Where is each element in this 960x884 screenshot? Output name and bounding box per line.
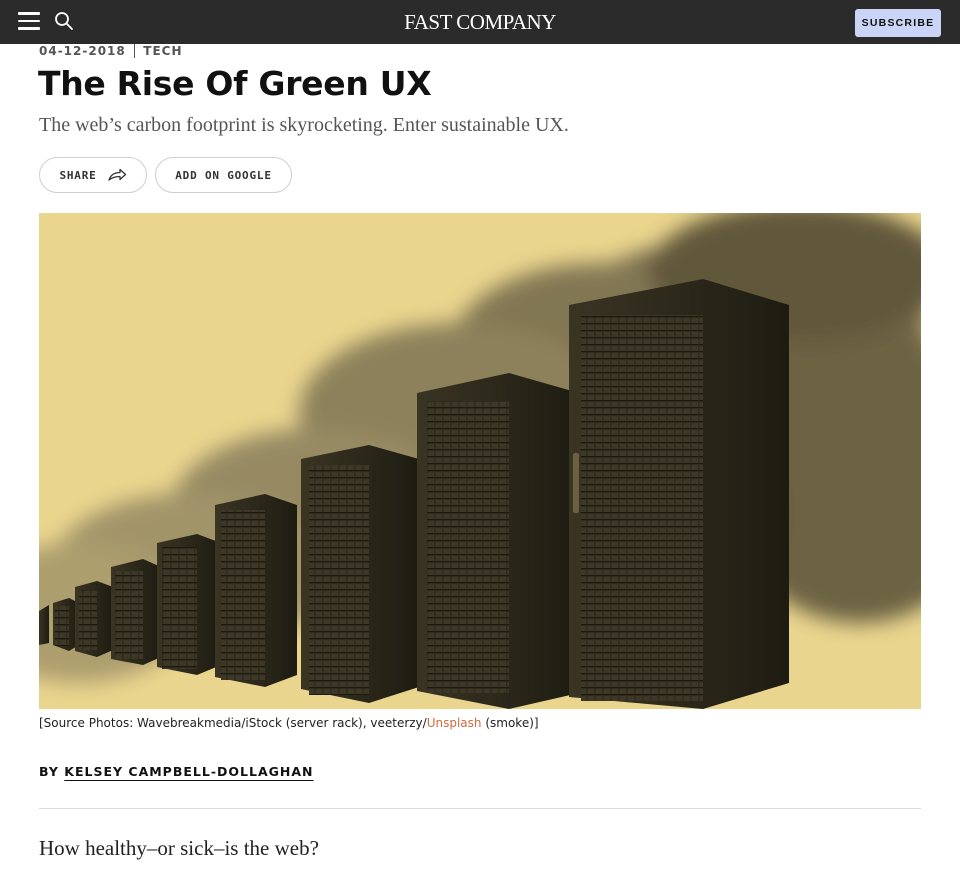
- article-dek: The web’s carbon footprint is skyrocketi…: [39, 114, 569, 136]
- add-on-google-label: ADD ON GOOGLE: [175, 168, 272, 182]
- share-arrow-icon: [107, 168, 126, 181]
- share-label: SHARE: [59, 168, 97, 182]
- byline: BY KELSEY CAMPBELL-DOLLAGHAN: [39, 764, 314, 779]
- byline-prefix: BY: [39, 764, 59, 779]
- divider: [39, 808, 921, 809]
- site-logo[interactable]: FAST COMPANY: [0, 10, 960, 35]
- top-nav-bar: FAST COMPANY SUBSCRIBE: [0, 0, 960, 44]
- image-caption: [Source Photos: Wavebreakmedia/iStock (s…: [39, 716, 539, 730]
- article-lede: How healthy–or sick–is the web?: [39, 836, 319, 860]
- article-date: 04-12-2018: [39, 44, 126, 58]
- subscribe-button[interactable]: SUBSCRIBE: [855, 9, 941, 37]
- article-title: The Rise Of Green UX: [38, 64, 432, 103]
- caption-suffix: (smoke)]: [481, 716, 539, 730]
- hero-image: [39, 213, 921, 709]
- server-racks-smoke-illustration: [39, 213, 921, 709]
- add-on-google-button[interactable]: ADD ON GOOGLE: [155, 157, 292, 193]
- author-link[interactable]: KELSEY CAMPBELL-DOLLAGHAN: [64, 764, 313, 779]
- share-button[interactable]: SHARE: [39, 157, 147, 193]
- meta-separator: [133, 44, 136, 58]
- category-link[interactable]: TECH: [143, 44, 182, 58]
- article-meta: 04-12-2018 TECH: [39, 43, 183, 59]
- unsplash-link[interactable]: Unsplash: [427, 716, 482, 730]
- caption-text: [Source Photos: Wavebreakmedia/iStock (s…: [39, 716, 427, 730]
